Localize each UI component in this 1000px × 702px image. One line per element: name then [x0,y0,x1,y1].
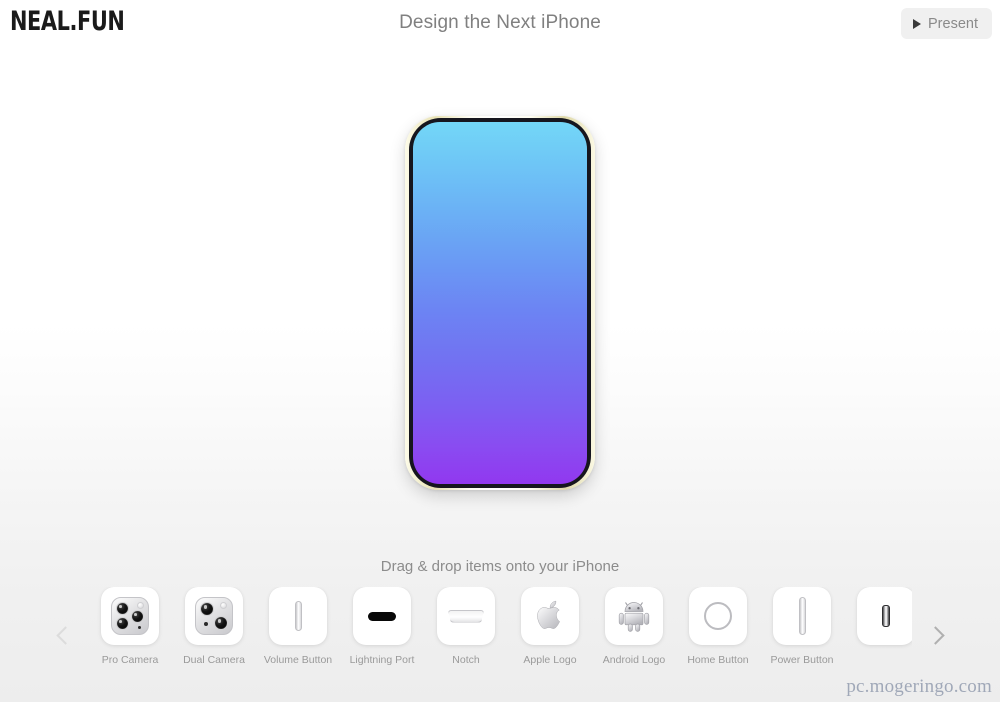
phone-stage [0,48,1000,558]
play-triangle-icon [913,18,922,29]
power-button-icon [798,597,806,635]
tray-item-label: Home Button [687,654,749,666]
pro-camera-icon [111,597,149,635]
present-button-label: Present [928,15,978,32]
page-title: Design the Next iPhone [399,12,601,33]
tray-items-list: Pro Camera Dual Camera Volume Button Lig… [88,587,912,666]
volume-button-icon [294,601,302,631]
dual-camera-icon [195,597,233,635]
tray-row: Pro Camera Dual Camera Volume Button Lig… [0,587,1000,687]
tray-item-label: Power Button [770,654,834,666]
power-button-dark-icon [882,605,890,627]
item-tray: Drag & drop items onto your iPhone Pro C… [0,558,1000,702]
tray-prev-button[interactable] [42,587,88,683]
tray-item-label: Pro Camera [101,654,159,666]
lightning-port-icon [368,611,396,621]
tray-tile [857,587,912,645]
tray-item-label: Volume Button [263,654,333,666]
tray-item-next-partial[interactable] [844,587,912,654]
tray-item-notch[interactable]: Notch [424,587,508,666]
tray-next-button[interactable] [912,587,958,683]
notch-icon [448,609,484,623]
chevron-left-icon [55,625,75,645]
tray-item-label: Dual Camera [183,654,245,666]
tray-tile [185,587,243,645]
tray-tile [773,587,831,645]
tray-item-home-button[interactable]: Home Button [676,587,760,666]
tray-item-power-button[interactable]: Power Button [760,587,844,666]
tray-tile [269,587,327,645]
tray-item-pro-camera[interactable]: Pro Camera [88,587,172,666]
tray-item-volume-button[interactable]: Volume Button [256,587,340,666]
tray-item-label: Lightning Port [349,654,415,666]
app-header: NEAL.FUN Design the Next iPhone Present [0,0,1000,48]
tray-tile [689,587,747,645]
tray-item-dual-camera[interactable]: Dual Camera [172,587,256,666]
tray-tile [605,587,663,645]
tray-item-label: Android Logo [602,654,666,666]
home-button-icon [704,602,732,630]
iphone-mockup[interactable] [405,116,595,490]
tray-tile [437,587,495,645]
tray-viewport: Pro Camera Dual Camera Volume Button Lig… [88,587,912,666]
apple-logo-icon [537,600,560,629]
tray-item-android-logo[interactable]: Android Logo [592,587,676,666]
tray-item-label: Apple Logo [523,654,577,666]
tray-item-label: Notch [452,654,480,666]
tray-item-apple-logo[interactable]: Apple Logo [508,587,592,666]
tray-hint-text: Drag & drop items onto your iPhone [380,558,620,575]
chevron-right-icon [925,625,945,645]
tray-tile [521,587,579,645]
phone-screen-dropzone[interactable] [413,122,587,484]
android-logo-icon [618,602,650,632]
tray-item-lightning-port[interactable]: Lightning Port [340,587,424,666]
present-button[interactable]: Present [901,8,992,39]
tray-tile [101,587,159,645]
tray-tile [353,587,411,645]
